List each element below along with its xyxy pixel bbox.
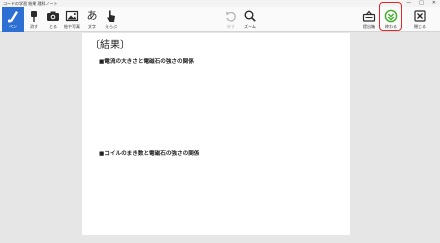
window-title: コードの学習 結果 理科ノート — [3, 1, 58, 6]
finish-highlight-box — [379, 2, 402, 31]
window-close-button[interactable]: ✕ — [432, 0, 436, 7]
close-icon — [409, 9, 431, 23]
pointer-hand-icon — [100, 9, 122, 23]
image-icon — [61, 9, 83, 23]
zoom-label: ズーム — [244, 24, 256, 29]
close-tool-button[interactable]: 閉じる — [409, 7, 431, 32]
title-bar: コードの学習 結果 理科ノート — □ ✕ — [0, 0, 440, 7]
text-icon-glyph: あ — [86, 9, 98, 22]
submit-box-icon — [358, 9, 380, 23]
result-item-coil-turns: ■コイルのまき数と電磁石の強さの関係 — [99, 151, 200, 157]
pen-icon — [2, 9, 24, 23]
submit-box-button[interactable]: 提出箱 — [358, 7, 380, 32]
results-heading: 〔結果〕 — [90, 40, 130, 51]
worksheet-page[interactable]: 〔結果〕 ■電流の大きさと電磁石の強さの関係 ■コイルのまき数と電磁石の強さの関… — [82, 33, 350, 235]
select-tool-label: えらぶ — [105, 24, 117, 29]
zoom-button[interactable]: ズーム — [239, 7, 261, 32]
minimize-button[interactable]: — — [406, 0, 411, 7]
maximize-button[interactable]: □ — [419, 0, 424, 7]
result-item-current: ■電流の大きさと電磁石の強さの関係 — [99, 59, 194, 65]
window-controls: — □ ✕ — [406, 0, 436, 7]
toolbar: ペン 消す とる 絵や写真 あ 文字 えらぶ 戻す ズーム 提出箱 終わる 閉じ… — [0, 7, 440, 32]
zoom-icon — [239, 9, 261, 23]
select-tool-button[interactable]: えらぶ — [100, 7, 122, 32]
close-tool-label: 閉じる — [414, 24, 426, 29]
